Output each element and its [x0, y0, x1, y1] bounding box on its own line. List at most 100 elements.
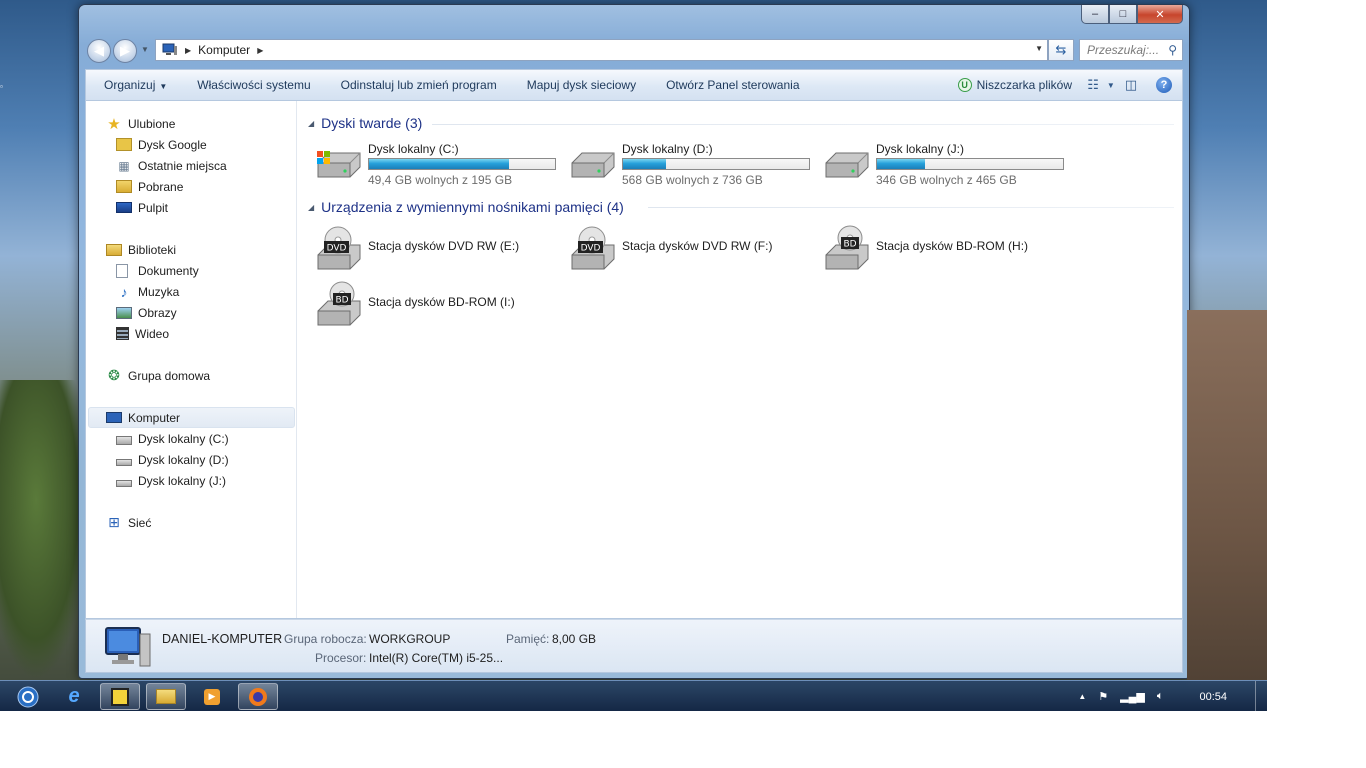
sidebar-item-drive-c[interactable]: Dysk lokalny (C:) [116, 428, 229, 449]
desktop: ▫ – □ ✕ ◀ ▶ ▼ ▶ Komputer ▶ ▼ ⇆ Przeszuka… [0, 0, 1267, 711]
drive-tile-f[interactable]: DVD Stacja dysków DVD RW (F:) [568, 223, 818, 275]
show-hidden-icons-button[interactable]: ▲ [1078, 692, 1086, 701]
back-button[interactable]: ◀ [87, 39, 111, 63]
sidebar-favorites[interactable]: ★ Ulubione [106, 113, 175, 134]
command-bar-right: U Niszczarka plików ☷ ▼ ◫ ? [957, 70, 1182, 100]
sidebar-item-music[interactable]: ♪ Muzyka [116, 281, 180, 302]
sidebar-homegroup-label: Grupa domowa [128, 368, 211, 383]
sidebar-network[interactable]: ⊞ Sieć [106, 512, 151, 533]
drive-tile-c[interactable]: Dysk lokalny (C:) 49,4 GB wolnych z 195 … [314, 141, 564, 189]
recent-pages-dropdown[interactable]: ▼ [141, 45, 149, 54]
star-icon: ★ [107, 115, 121, 133]
collapse-triangle-icon[interactable]: ◢ [308, 119, 314, 128]
organize-button[interactable]: Organizuj ▼ [86, 78, 182, 92]
sidebar-libraries[interactable]: Biblioteki [106, 239, 176, 260]
drive-free-space: 49,4 GB wolnych z 195 GB [368, 173, 513, 187]
sidebar-item-documents[interactable]: Dokumenty [116, 260, 199, 281]
help-button[interactable]: ? [1156, 77, 1172, 93]
arrow-left-icon: ◀ [94, 43, 104, 58]
maximize-button[interactable]: □ [1109, 5, 1137, 24]
breadcrumb-computer[interactable]: Komputer [198, 43, 250, 57]
sidebar-item-drive-d[interactable]: Dysk lokalny (D:) [116, 449, 229, 470]
group-header-hard-drives[interactable]: ◢ Dyski twarde (3) [308, 113, 422, 133]
drive-tile-e[interactable]: DVD Stacja dysków DVD RW (E:) [314, 223, 564, 275]
system-tray: ▲ ⚑ ▂▄▆ 🔈︎ 00:54 [1072, 681, 1267, 711]
volume-icon[interactable]: 🔈︎ [1157, 690, 1164, 703]
network-signal-icon[interactable]: ▂▄▆ [1120, 690, 1145, 703]
close-button[interactable]: ✕ [1137, 5, 1183, 24]
caption-buttons: – □ ✕ [1081, 5, 1183, 25]
sidebar-homegroup[interactable]: ❂ Grupa domowa [106, 365, 210, 386]
taskbar-internet-explorer[interactable]: e [54, 683, 94, 710]
open-control-panel-button[interactable]: Otwórz Panel sterowania [651, 78, 814, 92]
firefox-icon [249, 687, 267, 706]
uninstall-program-button[interactable]: Odinstaluj lub zmień program [326, 78, 512, 92]
breadcrumb-separator-icon[interactable]: ▶ [185, 46, 191, 55]
collapse-triangle-icon[interactable]: ◢ [308, 203, 314, 212]
change-view-button[interactable]: ☷ ▼ [1087, 74, 1115, 96]
address-dropdown-icon[interactable]: ▼ [1035, 44, 1043, 53]
map-network-drive-button[interactable]: Mapuj dysk sieciowy [512, 78, 651, 92]
sidebar-item-pictures[interactable]: Obrazy [116, 302, 177, 323]
system-hard-drive-icon [317, 151, 361, 178]
hard-drive-icon [571, 152, 615, 178]
taskbar-app-game[interactable] [100, 683, 140, 710]
show-desktop-button[interactable] [1255, 681, 1267, 711]
file-shredder-button[interactable]: U Niszczarka plików [957, 78, 1072, 92]
action-center-flag-icon[interactable]: ⚑ [1098, 690, 1108, 703]
sidebar-item-label: Muzyka [138, 284, 180, 299]
sidebar-libraries-label: Biblioteki [128, 242, 177, 257]
computer-icon [106, 412, 122, 423]
sidebar-item-videos[interactable]: Wideo [116, 323, 169, 344]
drive-tile-i[interactable]: BD Stacja dysków BD-ROM (I:) [314, 279, 564, 331]
group-header-removable[interactable]: ◢ Urządzenia z wymiennymi nośnikami pamię… [308, 197, 624, 217]
taskbar-media-player[interactable]: ▶ [192, 683, 232, 710]
system-properties-button[interactable]: Właściwości systemu [182, 78, 325, 92]
search-input[interactable]: Przeszukaj:... ⚲ [1079, 39, 1183, 61]
sidebar-favorites-label: Ulubione [128, 116, 176, 131]
sidebar-item-label: Dysk Google [138, 137, 207, 152]
bd-drive-icon: BD [825, 225, 869, 270]
preview-pane-icon: ◫ [1124, 77, 1138, 92]
sidebar-item-downloads[interactable]: Pobrane [116, 176, 183, 197]
internet-explorer-icon: e [68, 685, 80, 707]
workgroup-value: WORKGROUP [369, 632, 451, 646]
dvd-badge: DVD [327, 244, 347, 254]
address-bar[interactable]: ▶ Komputer ▶ ▼ [155, 39, 1048, 61]
taskbar-explorer[interactable] [146, 683, 186, 710]
drive-tile-d[interactable]: Dysk lokalny (D:) 568 GB wolnych z 736 G… [568, 141, 818, 189]
refresh-button[interactable]: ⇆ [1048, 39, 1074, 61]
taskbar-firefox[interactable] [238, 683, 278, 710]
clock[interactable]: 00:54 [1199, 691, 1227, 703]
sidebar-item-label: Pulpit [138, 200, 169, 215]
sidebar-item-google-drive[interactable]: Dysk Google [116, 134, 207, 155]
view-list-icon: ☷ [1087, 77, 1099, 92]
sidebar-item-label: Dysk lokalny (D:) [138, 452, 229, 467]
folder-icon [156, 689, 176, 704]
drive-tile-h[interactable]: BD Stacja dysków BD-ROM (H:) [822, 223, 1072, 275]
drive-usage-bar [368, 158, 556, 170]
sidebar-item-drive-j[interactable]: Dysk lokalny (J:) [116, 470, 226, 491]
forward-button[interactable]: ▶ [113, 39, 137, 63]
preview-pane-button[interactable]: ◫ [1118, 74, 1144, 96]
command-bar: Organizuj ▼ Właściwości systemu Odinstalu… [85, 69, 1183, 101]
sidebar-computer[interactable]: Komputer [88, 407, 295, 428]
drive-name: Stacja dysków DVD RW (F:) [622, 239, 773, 253]
file-shredder-label: Niszczarka plików [976, 78, 1072, 92]
sidebar-computer-label: Komputer [128, 410, 181, 425]
sidebar-item-desktop[interactable]: Pulpit [116, 197, 168, 218]
drive-tile-j[interactable]: Dysk lokalny (J:) 346 GB wolnych z 465 G… [822, 141, 1072, 189]
drive-name: Dysk lokalny (D:) [622, 142, 713, 156]
start-button[interactable] [8, 683, 48, 710]
film-icon [116, 327, 129, 340]
bd-badge: BD [843, 240, 856, 250]
dvd-badge: DVD [581, 244, 601, 254]
breadcrumb-separator-icon[interactable]: ▶ [257, 46, 263, 55]
drive-name: Stacja dysków BD-ROM (I:) [368, 295, 515, 309]
sidebar-item-label: Dysk lokalny (C:) [138, 431, 229, 446]
sidebar-item-label: Dokumenty [138, 263, 199, 278]
sidebar-item-recent-places[interactable]: ▦ Ostatnie miejsca [116, 155, 226, 176]
navigation-pane: ★ Ulubione Dysk Google ▦ Ostatnie miejsca … [86, 101, 297, 618]
search-icon[interactable]: ⚲ [1168, 43, 1177, 57]
minimize-button[interactable]: – [1081, 5, 1109, 24]
